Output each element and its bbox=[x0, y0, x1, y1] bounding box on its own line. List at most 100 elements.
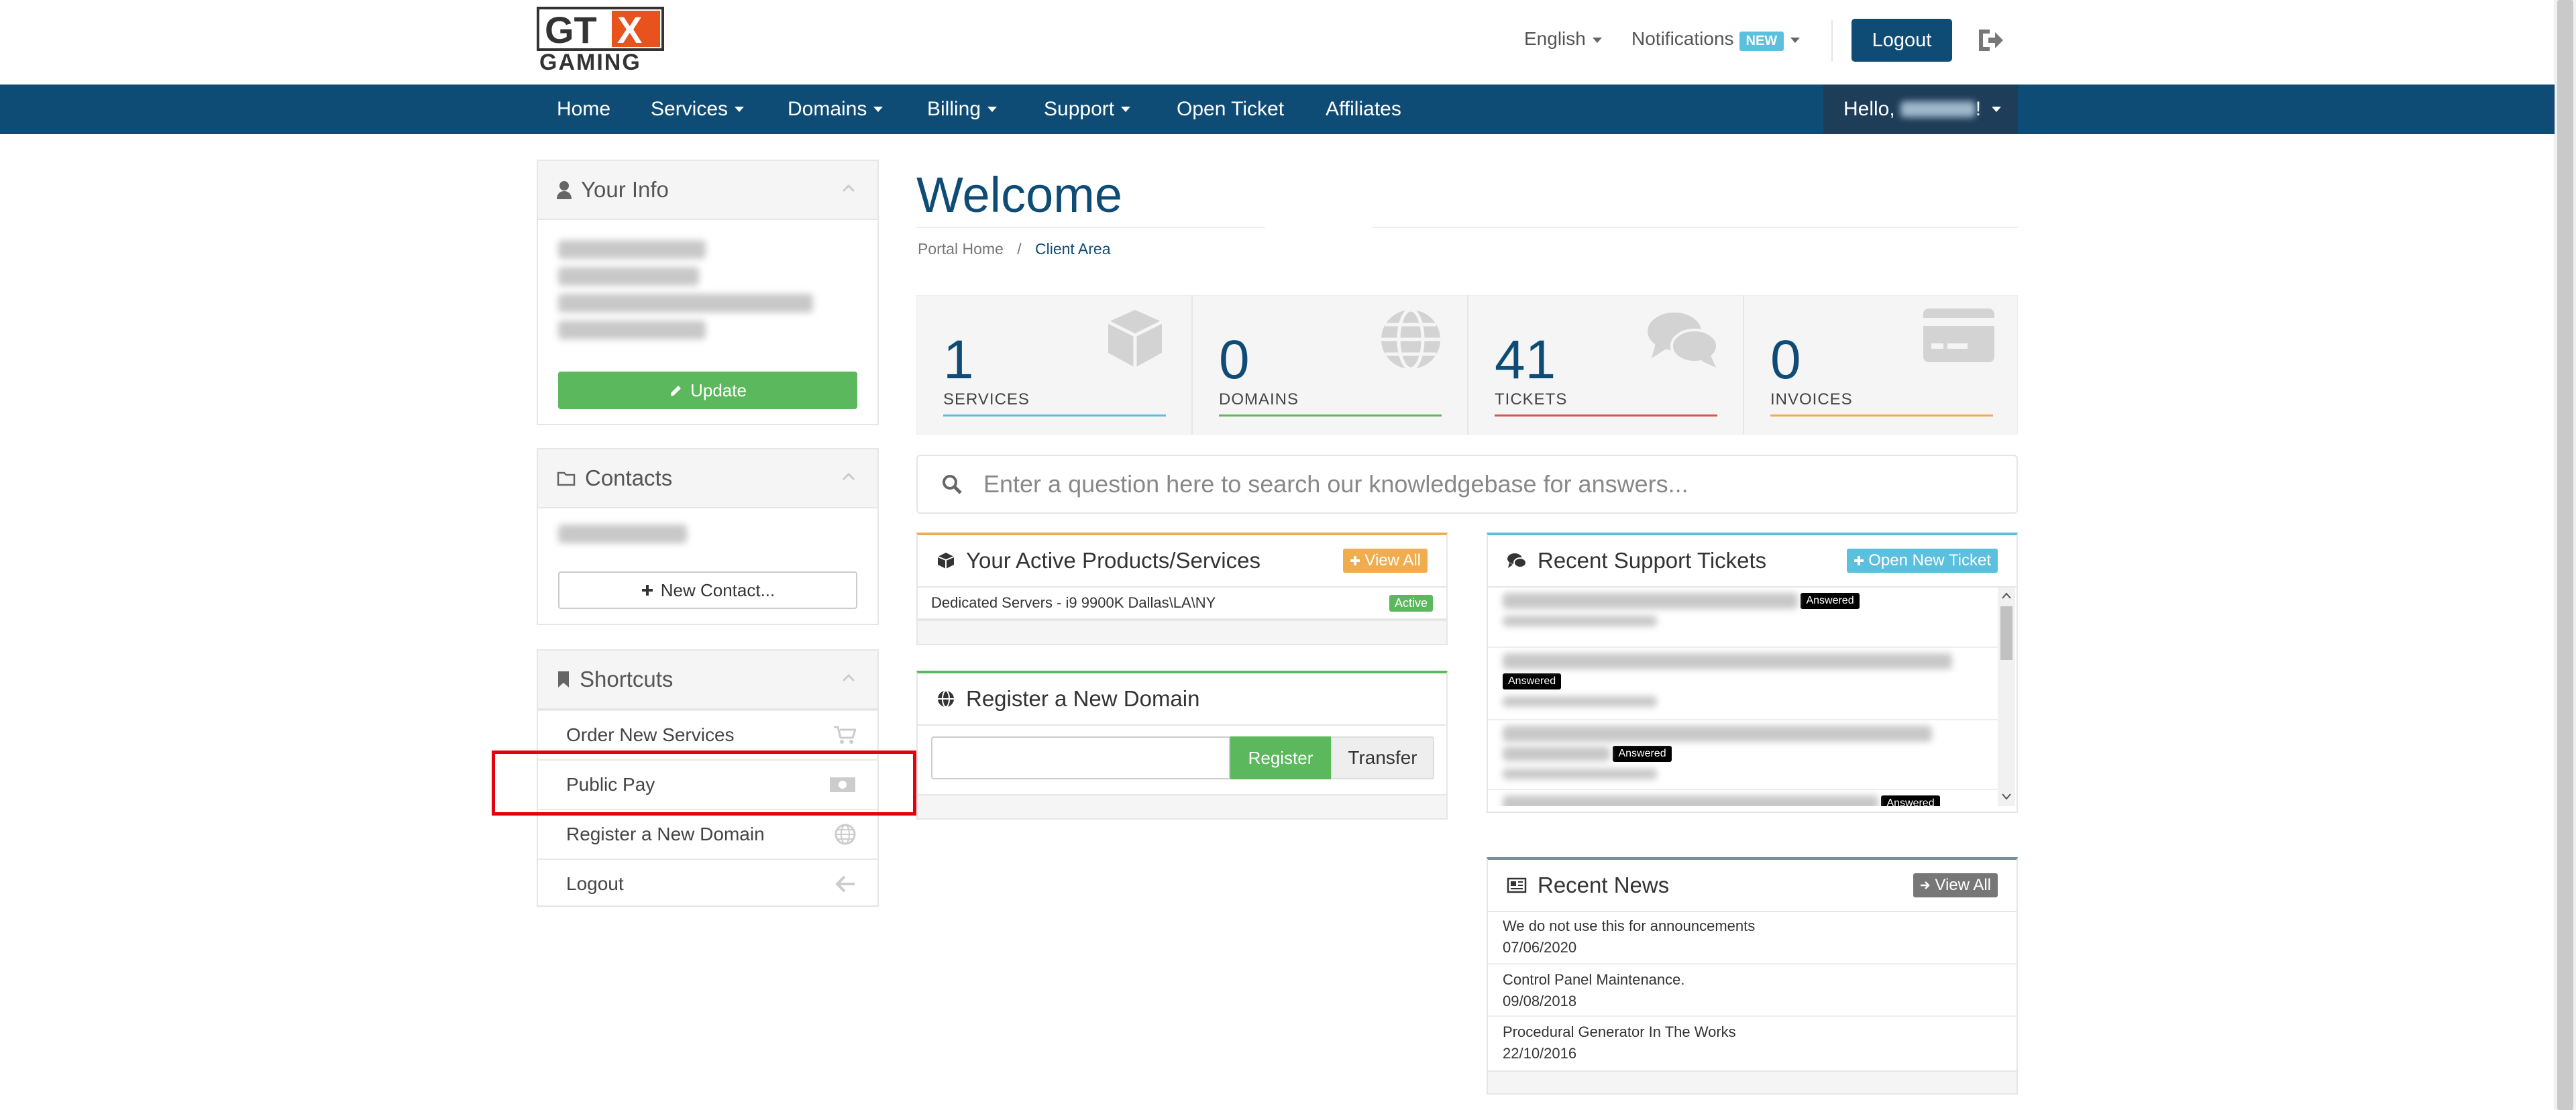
cube-icon bbox=[937, 553, 955, 569]
product-row[interactable]: Dedicated Servers - i9 9900K Dallas\LA\N… bbox=[918, 588, 1446, 620]
chevron-down-icon[interactable] bbox=[2001, 793, 2012, 801]
nav-home-label: Home bbox=[557, 98, 611, 120]
notifications-dropdown[interactable]: Notifications NEW bbox=[1631, 28, 1801, 51]
shortcut-label: Order New Services bbox=[566, 724, 735, 745]
language-label: English bbox=[1524, 28, 1586, 49]
status-badge: Answered bbox=[1503, 673, 1562, 689]
plus-icon bbox=[641, 585, 653, 596]
notifications-label: Notifications bbox=[1631, 28, 1734, 49]
shopping-cart-icon bbox=[834, 726, 856, 744]
arrow-right-icon bbox=[1921, 881, 1931, 889]
ticket-item[interactable]: Answered bbox=[1488, 789, 1998, 806]
news-item[interactable]: Procedural Generator In The Works 22/10/… bbox=[1488, 1015, 2017, 1068]
tile-tickets[interactable]: 41 TICKETS bbox=[1468, 295, 1743, 435]
status-badge: Answered bbox=[1801, 593, 1860, 609]
news-item[interactable]: Control Panel Maintenance. 09/08/2018 bbox=[1488, 963, 2017, 1015]
nav-services[interactable]: Services bbox=[651, 85, 745, 134]
top-header bbox=[0, 0, 2555, 85]
globe-icon bbox=[1381, 308, 1440, 371]
news-title: Procedural Generator In The Works bbox=[1503, 1023, 1736, 1040]
update-button[interactable]: Update bbox=[558, 372, 857, 409]
nav-open-ticket[interactable]: Open Ticket bbox=[1177, 85, 1284, 134]
new-contact-label: New Contact... bbox=[660, 579, 775, 600]
chevron-up-icon[interactable] bbox=[842, 473, 855, 481]
redacted-name bbox=[558, 240, 706, 259]
nav-affiliates-label: Affiliates bbox=[1326, 98, 1401, 120]
nav-home[interactable]: Home bbox=[557, 85, 610, 134]
chevron-up-icon[interactable] bbox=[2001, 592, 2012, 600]
tile-services[interactable]: 1 SERVICES bbox=[916, 295, 1191, 435]
ticket-item[interactable]: Answered bbox=[1488, 593, 1998, 626]
new-badge: NEW bbox=[1739, 32, 1784, 51]
tickets-list[interactable]: Answered Answered Answered Answered bbox=[1488, 588, 1998, 806]
tile-accent-bar bbox=[1495, 414, 1717, 417]
folder-icon bbox=[557, 471, 576, 486]
news-footer bbox=[1488, 1070, 2017, 1093]
chevron-up-icon[interactable] bbox=[842, 184, 855, 192]
search-icon bbox=[943, 475, 962, 494]
chevron-down-icon bbox=[987, 107, 998, 112]
shortcut-register-new-domain[interactable]: Register a New Domain bbox=[538, 809, 877, 858]
credit-card-icon bbox=[1923, 309, 1994, 362]
register-button[interactable]: Register bbox=[1230, 736, 1331, 779]
ticket-item[interactable]: Answered bbox=[1488, 719, 1998, 779]
status-badge: Answered bbox=[1613, 746, 1672, 762]
page-title: Welcome bbox=[916, 167, 1123, 223]
tile-accent-bar bbox=[1770, 414, 1993, 417]
redacted-ticket-date bbox=[1503, 769, 1657, 779]
redacted-address-line bbox=[558, 294, 813, 313]
nav-affiliates[interactable]: Affiliates bbox=[1326, 85, 1401, 134]
news-item[interactable]: We do not use this for announcements 07/… bbox=[1488, 918, 2017, 968]
nav-support-label: Support bbox=[1044, 98, 1115, 120]
tickets-scroll-thumb[interactable] bbox=[2000, 606, 2012, 660]
page-scroll-thumb[interactable] bbox=[2557, 0, 2573, 1110]
ticket-item[interactable]: Answered bbox=[1488, 647, 1998, 707]
plus-icon bbox=[1854, 556, 1864, 565]
active-products-header: Your Active Products/Services View All bbox=[918, 535, 1446, 588]
tile-label: INVOICES bbox=[1770, 390, 1853, 408]
domain-input[interactable] bbox=[931, 736, 1230, 779]
open-new-ticket-button[interactable]: Open New Ticket bbox=[1847, 549, 1998, 573]
svg-text:GAMING: GAMING bbox=[539, 50, 641, 72]
breadcrumb-home-link[interactable]: Portal Home bbox=[918, 240, 1004, 258]
globe-icon bbox=[835, 824, 856, 845]
kb-search-input[interactable]: Enter a question here to search our know… bbox=[916, 455, 2018, 514]
transfer-button[interactable]: Transfer bbox=[1331, 736, 1434, 779]
open-new-ticket-label: Open New Ticket bbox=[1868, 551, 1991, 569]
newspaper-icon bbox=[1507, 877, 1527, 893]
language-dropdown[interactable]: English bbox=[1524, 28, 1602, 50]
nav-support[interactable]: Support bbox=[1044, 85, 1131, 134]
contacts-title: Contacts bbox=[557, 465, 672, 491]
chevron-down-icon bbox=[1121, 107, 1131, 112]
products-view-all-button[interactable]: View All bbox=[1343, 549, 1428, 573]
recent-news-header: Recent News View All bbox=[1488, 860, 2017, 912]
gtx-gaming-logo[interactable]: GT X GAMING bbox=[537, 7, 664, 75]
shortcut-logout[interactable]: Logout bbox=[538, 858, 877, 908]
pencil-icon bbox=[671, 386, 682, 396]
tile-invoices[interactable]: 0 INVOICES bbox=[1743, 295, 2019, 435]
svg-text:X: X bbox=[617, 9, 642, 51]
chevron-up-icon[interactable] bbox=[842, 674, 855, 682]
new-contact-button[interactable]: New Contact... bbox=[558, 571, 857, 609]
comments-icon bbox=[1648, 313, 1719, 368]
product-name: Dedicated Servers - i9 9900K Dallas\LA\N… bbox=[931, 594, 1216, 611]
account-dropdown[interactable]: Hello,! bbox=[1823, 85, 2018, 134]
nav-open-ticket-label: Open Ticket bbox=[1177, 98, 1285, 120]
tile-label: SERVICES bbox=[943, 390, 1030, 408]
nav-services-label: Services bbox=[651, 98, 729, 120]
nav-billing[interactable]: Billing bbox=[927, 85, 998, 134]
tile-value: 41 bbox=[1495, 329, 1556, 390]
redacted-contact bbox=[558, 524, 687, 543]
nav-billing-label: Billing bbox=[927, 98, 981, 120]
logout-button[interactable]: Logout bbox=[1851, 19, 1952, 62]
nav-domains[interactable]: Domains bbox=[788, 85, 883, 134]
tile-label: DOMAINS bbox=[1219, 390, 1299, 408]
tile-domains[interactable]: 0 DOMAINS bbox=[1192, 295, 1467, 435]
active-products-title: Your Active Products/Services bbox=[936, 548, 1260, 573]
news-view-all-button[interactable]: View All bbox=[1913, 873, 1998, 897]
view-all-label: View All bbox=[1364, 551, 1421, 569]
redacted-address-line bbox=[558, 267, 699, 286]
register-domain-title-text: Register a New Domain bbox=[966, 686, 1200, 711]
sign-out-icon[interactable] bbox=[1975, 25, 2004, 55]
recent-tickets-title-text: Recent Support Tickets bbox=[1538, 548, 1767, 573]
